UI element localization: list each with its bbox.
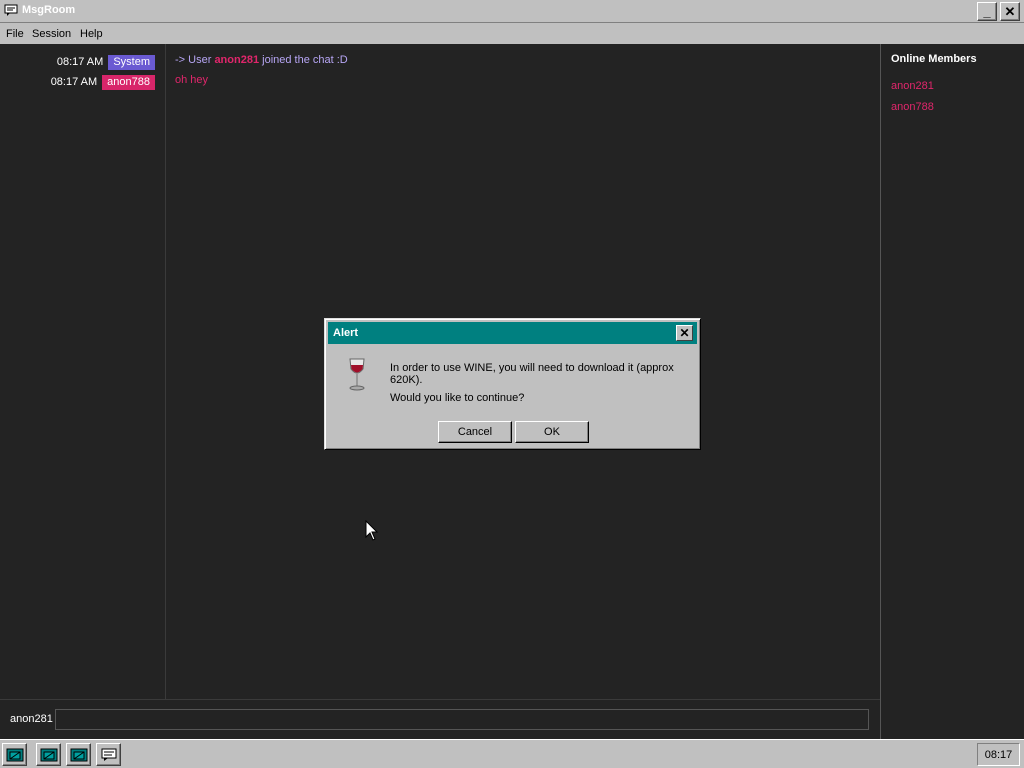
dialog-close-button[interactable]: ✕ xyxy=(676,325,693,341)
menu-help[interactable]: Help xyxy=(80,28,103,40)
sender-badge: anon788 xyxy=(102,74,155,90)
timeline-row: 08:17 AM System xyxy=(57,54,155,70)
timeline-row: 08:17 AM anon788 xyxy=(51,74,155,90)
online-members-panel: Online Members anon281 anon788 xyxy=(880,44,1024,739)
sender-badge: System xyxy=(108,54,155,70)
members-header: Online Members xyxy=(891,53,977,65)
member-item[interactable]: anon281 xyxy=(891,80,934,92)
ok-button[interactable]: OK xyxy=(515,421,589,443)
wine-glass-icon xyxy=(349,358,365,391)
minimize-button[interactable]: _ xyxy=(977,2,997,21)
program-icon xyxy=(70,748,87,761)
chat-icon xyxy=(101,748,116,761)
alert-dialog: Alert ✕ In order to use WINE, you will n… xyxy=(324,318,701,450)
close-button[interactable]: ✕ xyxy=(1000,2,1020,21)
message-time: 08:17 AM xyxy=(56,56,104,68)
mouse-cursor-icon xyxy=(365,520,379,541)
taskbar-clock: 08:17 xyxy=(977,743,1020,766)
program-icon xyxy=(6,748,23,761)
nickname-label: anon281 xyxy=(10,713,53,725)
cancel-button[interactable]: Cancel xyxy=(438,421,512,443)
taskbar-program-button[interactable] xyxy=(2,743,27,766)
dialog-question: Would you like to continue? xyxy=(390,392,525,404)
message-input[interactable] xyxy=(55,709,869,730)
menu-file[interactable]: File xyxy=(6,28,24,40)
user-message: oh hey xyxy=(175,74,209,86)
taskbar: 08:17 xyxy=(0,739,1024,768)
dialog-message: In order to use WINE, you will need to d… xyxy=(390,362,674,386)
menu-session[interactable]: Session xyxy=(32,28,71,40)
message-input-bar: anon281 xyxy=(0,699,880,739)
message-time: 08:17 AM xyxy=(50,76,98,88)
message-username: anon281 xyxy=(214,54,260,66)
taskbar-chat-button[interactable] xyxy=(96,743,121,766)
program-icon xyxy=(40,748,57,761)
timestamp-column: 08:17 AM System 08:17 AM anon788 xyxy=(0,44,166,699)
title-bar: MsgRoom _ ✕ xyxy=(0,0,1024,23)
message-suffix: joined the chat :D xyxy=(262,54,348,66)
taskbar-program-button[interactable] xyxy=(66,743,91,766)
dialog-title-bar: Alert ✕ xyxy=(328,322,697,344)
dialog-title: Alert xyxy=(333,327,359,339)
message-prefix: -> User xyxy=(175,54,212,66)
menu-bar: File Session Help xyxy=(0,24,1024,44)
window-title: MsgRoom xyxy=(22,4,76,16)
taskbar-program-button[interactable] xyxy=(36,743,61,766)
chat-bubble-icon xyxy=(4,4,18,16)
system-message: -> User anon281 joined the chat :D xyxy=(175,54,348,66)
member-item[interactable]: anon788 xyxy=(891,101,934,113)
